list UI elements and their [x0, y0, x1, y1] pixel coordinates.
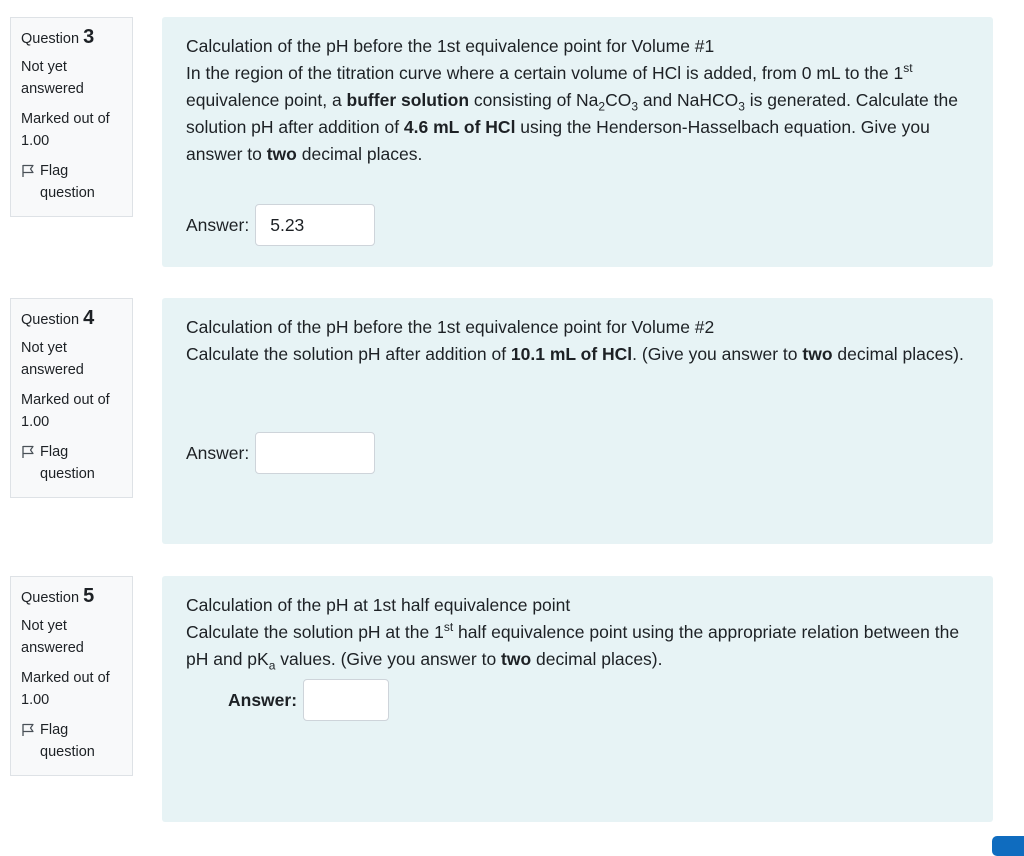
question-state: Not yet answered [21, 340, 84, 378]
answer-input[interactable] [255, 204, 376, 246]
answer-label: Answer: [228, 689, 298, 710]
flag-question-link[interactable]: Flag question [21, 719, 122, 763]
answer-input[interactable] [303, 679, 390, 721]
flag-question-link[interactable]: Flag question [21, 441, 122, 485]
navigation-button[interactable] [992, 836, 1024, 856]
answer-label: Answer: [186, 214, 250, 235]
question-5-formulation: Calculation of the pH at 1st half equiva… [162, 576, 993, 822]
flag-label: Flag question [40, 163, 95, 201]
question-title: Calculation of the pH before the 1st equ… [186, 317, 715, 337]
question-number: Question 3 [21, 26, 95, 48]
flag-label: Flag question [40, 722, 95, 760]
question-5-info: Question 5 Not yet answered Marked out o… [10, 576, 133, 776]
answer-label: Answer: [186, 442, 250, 463]
question-title: Calculation of the pH before the 1st equ… [186, 36, 715, 56]
question-text: In the region of the titration curve whe… [186, 61, 958, 164]
question-state: Not yet answered [21, 618, 84, 656]
answer-row: Answer: [228, 679, 390, 721]
question-grade: Marked out of 1.00 [21, 111, 110, 149]
question-grade: Marked out of 1.00 [21, 670, 110, 708]
question-title: Calculation of the pH at 1st half equiva… [186, 595, 571, 615]
answer-row: Answer: [186, 432, 376, 474]
answer-input[interactable] [255, 432, 376, 474]
question-3-info: Question 3 Not yet answered Marked out o… [10, 17, 133, 217]
question-number: Question 5 [21, 585, 95, 607]
flag-icon [22, 164, 34, 177]
question-3-formulation: Calculation of the pH before the 1st equ… [162, 17, 993, 267]
question-grade: Marked out of 1.00 [21, 392, 110, 430]
flag-label: Flag question [40, 444, 95, 482]
flag-icon [22, 723, 34, 736]
flag-question-link[interactable]: Flag question [21, 160, 122, 204]
question-4-formulation: Calculation of the pH before the 1st equ… [162, 298, 993, 544]
answer-row: Answer: [186, 204, 376, 246]
question-text: Calculate the solution pH after addition… [186, 344, 964, 364]
question-state: Not yet answered [21, 59, 84, 97]
question-4-info: Question 4 Not yet answered Marked out o… [10, 298, 133, 498]
question-number: Question 4 [21, 307, 95, 329]
flag-icon [22, 445, 34, 458]
question-text: Calculate the solution pH at the 1st hal… [186, 620, 960, 673]
